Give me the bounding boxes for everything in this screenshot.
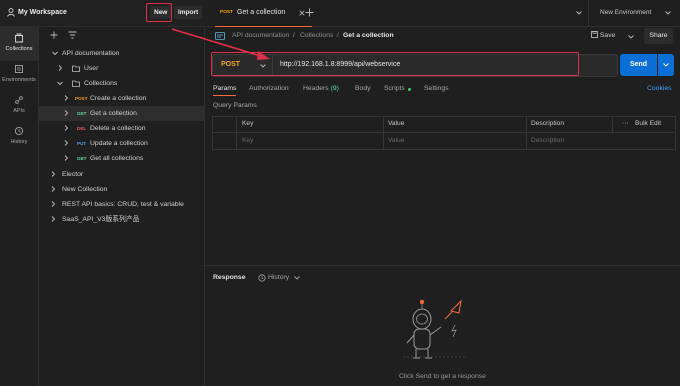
annotation-arrow	[171, 28, 270, 60]
